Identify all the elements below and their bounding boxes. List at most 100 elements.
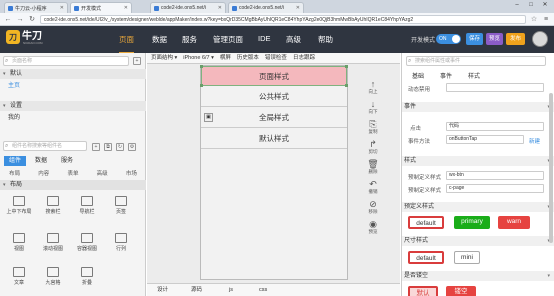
browser-menu-icon[interactable]: ≡ <box>542 16 550 23</box>
close-tab-icon[interactable]: ✕ <box>296 5 300 11</box>
dynamic-disable-input[interactable] <box>446 83 544 92</box>
delete-tool[interactable]: 🗑 删除 <box>359 159 387 175</box>
component-article[interactable]: 文章 <box>4 267 34 286</box>
close-tab-icon[interactable]: ✕ <box>218 5 222 11</box>
new-event-link[interactable]: 新建 <box>529 137 540 145</box>
tab-events[interactable]: 事件 <box>440 71 452 80</box>
page-item-my[interactable]: 我的 <box>0 113 146 124</box>
component-container-view[interactable]: 容器视图 <box>72 233 102 252</box>
close-window-icon[interactable]: ✕ <box>538 0 552 10</box>
preview-item-selected[interactable]: 页面样式 <box>201 66 347 86</box>
preview-tool[interactable]: ◉ 预览 <box>359 219 387 235</box>
address-input[interactable]: code2-ide.onx5.net/ide/UI2/v_/system/des… <box>40 14 526 24</box>
nav-help[interactable]: 帮助 <box>318 34 333 45</box>
component-search-input[interactable]: ⌕ 组件名称搜索等组件名 <box>3 141 87 151</box>
tab-basic[interactable]: 基础 <box>412 71 424 80</box>
preset-style-header[interactable]: 预定义样式 ▾ <box>402 202 554 212</box>
nav-advanced[interactable]: 高级 <box>286 34 301 45</box>
save-button[interactable]: 保存 <box>466 33 483 45</box>
selection-handle[interactable] <box>200 65 203 68</box>
preset-primary-button[interactable]: primary <box>454 216 490 229</box>
copy-component-icon[interactable]: ⧉ <box>104 143 112 151</box>
publish-button[interactable]: 发布 <box>506 33 525 45</box>
device-dropdown[interactable]: iPhone 6/7 ▾ <box>183 53 214 63</box>
preset-warn-button[interactable]: warn <box>498 216 530 229</box>
close-tab-icon[interactable]: ✕ <box>124 5 128 11</box>
tab-services[interactable]: 服务 <box>56 156 78 166</box>
add-page-icon[interactable]: + <box>133 57 141 65</box>
preset-default-button[interactable]: default <box>408 216 444 229</box>
add-component-icon[interactable]: + <box>92 143 100 151</box>
component-searchbar[interactable]: 搜索栏 <box>38 196 68 215</box>
remove-tool[interactable]: ⊘ 移除 <box>359 199 387 215</box>
component-navbar[interactable]: 导航栏 <box>72 196 102 215</box>
page-search-input[interactable]: ⌕ 页面名称 <box>3 56 129 66</box>
component-row-col[interactable]: 行列 <box>106 233 136 252</box>
component-view[interactable]: 视图 <box>4 233 34 252</box>
copy-tool[interactable]: ⎘ 复制 <box>359 119 387 135</box>
history-button[interactable]: 历史版本 <box>237 53 259 63</box>
tab-components[interactable]: 组件 <box>4 156 26 166</box>
selection-handle[interactable] <box>345 65 348 68</box>
dev-mode-toggle[interactable]: ON <box>436 34 461 44</box>
style-section-header[interactable]: 样式 ▾ <box>402 156 554 166</box>
landscape-button[interactable]: 横屏 <box>220 53 231 63</box>
preview-item[interactable]: 默认样式 <box>201 129 347 149</box>
settings-icon[interactable]: ⚙ <box>128 143 136 151</box>
section-layout[interactable]: ▾ 布局 <box>0 180 146 190</box>
category-market[interactable]: 市场 <box>126 169 137 177</box>
bookmark-star-icon[interactable]: ☆ <box>530 15 538 23</box>
property-search-input[interactable]: ⌕ 搜索组件属性或事件 <box>406 56 546 66</box>
properties-scrollbar[interactable] <box>549 93 553 243</box>
back-icon[interactable]: ← <box>4 16 12 23</box>
preview-button[interactable]: 预览 <box>486 33 503 45</box>
nav-ide[interactable]: IDE <box>258 34 271 43</box>
section-default[interactable]: ▾ 默认 <box>0 69 146 79</box>
forward-icon[interactable]: → <box>16 16 24 23</box>
move-up-tool[interactable]: ↑ 向上 <box>359 79 387 95</box>
move-down-tool[interactable]: ↓ 向下 <box>359 99 387 115</box>
category-content[interactable]: 内容 <box>38 169 49 177</box>
click-select[interactable]: 代码 <box>446 122 544 131</box>
section-settings[interactable]: ▾ 设置 <box>0 101 146 111</box>
close-tab-icon[interactable]: ✕ <box>60 5 64 11</box>
refresh-icon[interactable]: ↻ <box>116 143 124 151</box>
page-structure-dropdown[interactable]: 页面结构 ▾ <box>151 53 177 63</box>
plain-default-button[interactable]: 默认 <box>408 286 438 296</box>
browser-tab[interactable]: code2-ide.onx5.net/i ✕ <box>150 2 226 13</box>
browser-tab-active[interactable]: 开发模式 ✕ <box>70 2 132 13</box>
avatar[interactable] <box>532 31 548 47</box>
size-default-button[interactable]: default <box>408 251 444 264</box>
log-trace-button[interactable]: 日志跟踪 <box>293 53 315 63</box>
browser-tab[interactable]: code2-ide.onx5.net/i ✕ <box>228 2 304 13</box>
undo-tool[interactable]: ↶ 撤销 <box>359 179 387 195</box>
event-method-select[interactable]: onButtonTap <box>446 135 524 144</box>
tab-style[interactable]: 样式 <box>468 71 480 80</box>
class-input[interactable]: c-page <box>446 184 544 193</box>
preview-item[interactable]: 公共样式 <box>201 87 347 107</box>
nav-data[interactable]: 数据 <box>152 34 167 45</box>
size-mini-button[interactable]: mini <box>454 251 480 264</box>
size-style-header[interactable]: 尺寸样式 ▾ <box>402 236 554 246</box>
class-input[interactable]: wx-btn <box>446 171 544 180</box>
nav-pages[interactable]: 页面 <box>119 34 134 54</box>
component-collapse[interactable]: 折叠 <box>72 267 102 286</box>
tab-css[interactable]: css <box>259 284 267 296</box>
nav-services[interactable]: 服务 <box>182 34 197 45</box>
component-scroll-view[interactable]: 滚动视图 <box>38 233 68 252</box>
error-check-button[interactable]: 错误检查 <box>265 53 287 63</box>
tab-source[interactable]: 源码 <box>191 284 202 296</box>
other-style-header[interactable]: 是否镂空 ▾ <box>402 271 554 281</box>
browser-tab[interactable]: 牛刀云-小程序 ✕ <box>4 2 68 13</box>
tab-js[interactable]: js <box>229 284 233 296</box>
tab-design[interactable]: 设计 <box>157 284 168 296</box>
category-layout[interactable]: 布局 <box>9 169 20 177</box>
category-advanced[interactable]: 高级 <box>97 169 108 177</box>
category-form[interactable]: 表单 <box>67 169 78 177</box>
events-section-header[interactable]: 事件 ▾ <box>402 102 554 112</box>
component-updown-layout[interactable]: 上中下布局 <box>4 196 34 215</box>
plain-outline-button[interactable]: 镂空 <box>446 286 476 296</box>
preview-item[interactable]: ▣ 全局样式 <box>201 108 347 128</box>
minimize-window-icon[interactable]: – <box>510 0 524 10</box>
reload-icon[interactable]: ↻ <box>28 15 36 23</box>
